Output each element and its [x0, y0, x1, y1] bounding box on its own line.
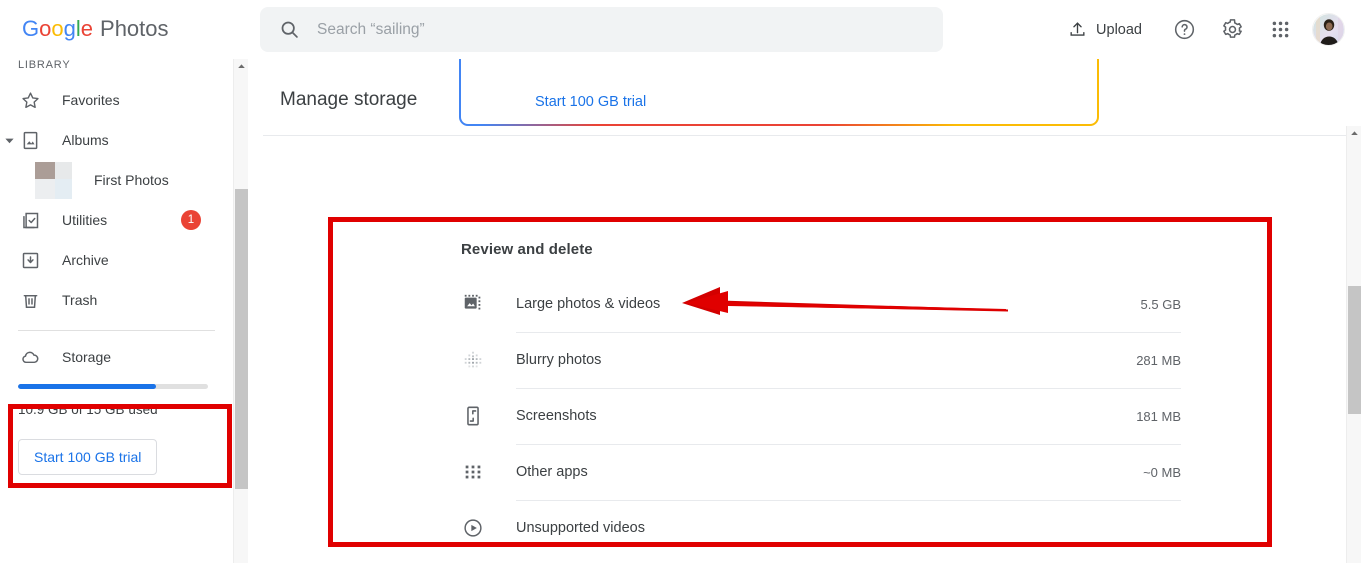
sidebar-scrollbar[interactable]	[233, 59, 248, 563]
main-content: Manage storage Start 100 GB trial Review…	[249, 59, 1361, 563]
logo-letter-g: G	[22, 16, 40, 41]
row-label: Other apps	[516, 464, 588, 480]
status-badge: 1	[181, 210, 201, 230]
list-item-blurry-photos[interactable]: Blurry photos 281 MB	[461, 332, 1181, 388]
logo-letter-o1: o	[39, 16, 52, 41]
sidebar-item-utilities[interactable]: Utilities 1	[0, 200, 233, 240]
storage-header: Storage	[18, 344, 221, 370]
sidebar-scrollbar-thumb[interactable]	[235, 189, 248, 489]
sidebar-item-favorites[interactable]: Favorites	[0, 80, 233, 120]
sidebar-item-label-favorites: Favorites	[62, 92, 120, 108]
review-and-delete-title: Review and delete	[461, 241, 593, 258]
row-size: ~0 MB	[1143, 464, 1181, 480]
play-circle-icon	[461, 516, 485, 540]
main-scrollbar[interactable]	[1346, 126, 1361, 563]
help-icon[interactable]	[1164, 10, 1204, 50]
review-and-delete-card: Review and delete Large photos & videos …	[331, 219, 1271, 549]
utilities-icon	[18, 208, 42, 232]
logo-product-name: Photos	[100, 16, 169, 41]
other-apps-icon	[461, 460, 485, 484]
sidebar-item-albums[interactable]: Albums	[0, 120, 233, 160]
sidebar-item-trash[interactable]: Trash	[0, 280, 233, 320]
row-label: Large photos & videos	[516, 296, 661, 312]
screenshot-icon	[461, 404, 485, 428]
sidebar: Sharing LIBRARY Favorites Albums	[0, 59, 233, 563]
sidebar-item-label-utilities: Utilities	[62, 212, 108, 228]
app-header: GooglePhotos Upload	[0, 0, 1361, 59]
google-photos-logo[interactable]: Google Photos	[22, 16, 169, 42]
blurry-photos-icon	[461, 348, 485, 372]
row-label: Blurry photos	[516, 352, 602, 368]
sidebar-item-archive[interactable]: Archive	[0, 240, 233, 280]
avatar[interactable]	[1312, 13, 1345, 46]
gear-icon[interactable]	[1212, 10, 1252, 50]
storage-progress-fill	[18, 384, 157, 389]
star-icon	[18, 88, 42, 112]
header-divider	[263, 135, 1346, 136]
upload-label: Upload	[1096, 21, 1142, 38]
main-scrollbar-thumb[interactable]	[1348, 286, 1361, 414]
album-label: First Photos	[94, 172, 169, 188]
review-rows: Large photos & videos 5.5 GB Blurry phot…	[461, 276, 1181, 556]
promo-start-trial-link[interactable]: Start 100 GB trial	[535, 94, 646, 110]
list-item-unsupported-videos[interactable]: Unsupported videos	[461, 500, 1181, 556]
storage-section[interactable]: Storage 10.9 GB of 15 GB used	[0, 344, 233, 417]
storage-promo-card[interactable]: Start 100 GB trial	[459, 59, 1099, 126]
page-title: Manage storage	[280, 89, 418, 110]
sidebar-item-label-archive: Archive	[62, 252, 109, 268]
row-size: 5.5 GB	[1140, 296, 1181, 312]
row-size: 181 MB	[1136, 408, 1181, 424]
storage-label: Storage	[62, 349, 112, 365]
row-size: 281 MB	[1136, 352, 1181, 368]
logo-letter-o2: o	[51, 16, 64, 41]
archive-icon	[18, 248, 42, 272]
cloud-icon	[18, 345, 42, 369]
search-bar[interactable]	[260, 7, 943, 52]
sidebar-album-first-photos[interactable]: First Photos	[0, 160, 233, 200]
sidebar-item-label-albums: Albums	[62, 132, 109, 148]
sidebar-scroll-content: Sharing LIBRARY Favorites Albums	[0, 59, 233, 475]
upload-button[interactable]: Upload	[1060, 14, 1150, 45]
chevron-up-icon[interactable]	[1347, 126, 1361, 141]
sidebar-divider	[18, 330, 215, 331]
sidebar-start-trial-button[interactable]: Start 100 GB trial	[18, 439, 158, 475]
header-actions: Upload	[1060, 0, 1361, 59]
storage-progress-bar	[18, 384, 208, 389]
sidebar-item-label-trash: Trash	[62, 292, 98, 308]
logo-letter-g2: g	[63, 16, 76, 41]
search-icon	[279, 19, 300, 40]
chevron-up-icon[interactable]	[234, 59, 249, 74]
sidebar-section-library: LIBRARY	[18, 59, 71, 71]
trash-icon	[18, 288, 42, 312]
storage-used-text: 10.9 GB of 15 GB used	[18, 402, 158, 417]
search-input[interactable]	[317, 7, 877, 52]
row-label: Unsupported videos	[516, 520, 645, 536]
apps-grid-icon[interactable]	[1260, 10, 1300, 50]
list-item-other-apps[interactable]: Other apps ~0 MB	[461, 444, 1181, 500]
row-label: Screenshots	[516, 408, 597, 424]
chevron-down-icon[interactable]	[2, 133, 16, 147]
large-photos-icon	[461, 292, 485, 316]
list-item-large-photos[interactable]: Large photos & videos 5.5 GB	[461, 276, 1181, 332]
albums-icon	[18, 128, 42, 152]
logo-letter-e: e	[80, 16, 94, 41]
album-thumbnail	[35, 161, 72, 199]
list-item-screenshots[interactable]: Screenshots 181 MB	[461, 388, 1181, 444]
